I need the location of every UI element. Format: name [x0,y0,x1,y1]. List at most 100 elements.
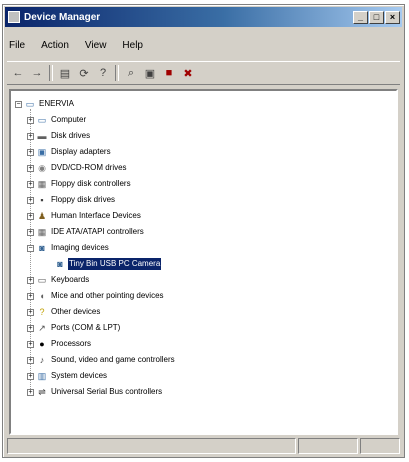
expand-icon[interactable]: + [27,292,34,300]
device-tree-panel[interactable]: − ▭ ENERVIA + ▭ Computer + ▬ Disk drives + ▣ Displa… [9,89,398,435]
menu-file[interactable]: File [7,39,27,57]
disable-icon[interactable]: ■ [162,66,176,80]
menu-help[interactable]: Help [120,39,145,57]
tree-node-label: Disk drives [51,131,91,140]
collapse-icon[interactable]: − [27,244,34,252]
window-controls: _ □ × [353,10,400,24]
device-manager-window: Device Manager _ □ × File Action View He… [2,4,405,458]
expand-icon[interactable]: + [27,276,34,284]
expand-icon[interactable]: + [27,228,34,236]
tree-node-label: Ports (COM & LPT) [51,323,121,332]
menu-bar: File Action View Help [7,39,145,57]
status-pane [360,438,400,454]
update-icon[interactable]: ▣ [143,66,157,80]
tree-node-label: Imaging devices [51,243,109,252]
tree-node-label: Sound, video and game controllers [51,355,175,364]
expand-icon[interactable]: + [27,132,34,140]
uninstall-icon[interactable]: ✖ [181,66,195,80]
expand-icon[interactable]: + [27,372,34,380]
forward-icon[interactable]: → [30,66,44,80]
keyboard-icon: ▭ [37,274,47,285]
status-pane [7,438,296,454]
computer-icon: ▭ [37,114,47,125]
expand-icon[interactable]: + [27,180,34,188]
close-button[interactable]: × [385,10,400,24]
tree-node[interactable]: + ▣ Display adapters [27,145,112,159]
tree-node-label: DVD/CD-ROM drives [51,163,127,172]
ide-icon: ▦ [37,226,47,237]
tree-node[interactable]: + ▦ Floppy disk controllers [27,177,132,191]
tree-node-label: Display adapters [51,147,111,156]
menu-action[interactable]: Action [39,39,71,57]
computer-icon: ▭ [25,98,35,109]
tree-node-label: Floppy disk controllers [51,179,131,188]
tree-node[interactable]: + ▬ Disk drives [27,129,91,143]
expand-icon[interactable]: + [27,388,34,396]
tree-node[interactable]: − ▭ ENERVIA [15,97,75,111]
expand-icon[interactable]: + [27,212,34,220]
processor-icon: ● [39,339,45,349]
refresh-icon[interactable]: ⟳ [77,66,91,80]
tree-node-label: Computer [51,115,87,124]
tree-node-label: ENERVIA [39,99,74,108]
cdrom-icon: ◉ [38,162,46,173]
tree-node[interactable]: + ♪ Sound, video and game controllers [27,353,176,367]
expand-icon[interactable]: + [27,164,34,172]
title-bar[interactable]: Device Manager _ □ × [5,7,402,27]
tree-node-label: Mice and other pointing devices [51,291,164,300]
camera-icon: ◙ [39,243,45,253]
toolbar-separator [49,65,53,81]
tree-node[interactable]: + ▪ Floppy disk drives [27,193,116,207]
scan-icon[interactable]: ⌕ [124,66,138,80]
maximize-button[interactable]: □ [369,10,384,24]
tree-node-label: Tiny Bin USB PC Camera [68,258,162,270]
menu-view[interactable]: View [83,39,109,57]
status-pane [298,438,358,454]
camera-icon: ◙ [57,259,63,269]
collapse-icon[interactable]: − [15,100,22,108]
tree-node[interactable]: + ⇌ Universal Serial Bus controllers [27,385,163,399]
tree-node-label: Universal Serial Bus controllers [51,387,163,396]
window-title: Device Manager [24,11,101,23]
hid-icon: ♟ [37,210,47,221]
tree-node[interactable]: + ▭ Computer [27,113,87,127]
question-icon: ? [39,307,45,317]
tree-node-label: IDE ATA/ATAPI controllers [51,227,144,236]
properties-icon[interactable]: ▤ [58,66,72,80]
expand-icon[interactable]: + [27,148,34,156]
tree-node[interactable]: + ▭ Keyboards [27,273,90,287]
expand-icon[interactable]: + [27,340,34,348]
tree-node-label: System devices [51,371,108,380]
minimize-button[interactable]: _ [353,10,368,24]
expand-icon[interactable]: + [27,116,34,124]
tree-node[interactable]: + ♟ Human Interface Devices [27,209,142,223]
tree-node-label: Keyboards [51,275,90,284]
expand-icon[interactable]: + [27,308,34,316]
tree-node-label: Other devices [51,307,101,316]
expand-icon[interactable]: + [27,196,34,204]
help-icon[interactable]: ? [96,66,110,80]
tree-node[interactable]: +? Other devices [27,305,101,319]
expand-icon[interactable]: + [27,324,34,332]
usb-icon: ⇌ [38,386,46,397]
mouse-icon: ◖ [39,291,45,301]
tree-node[interactable]: + ▥ System devices [27,369,108,383]
display-icon: ▣ [37,146,47,157]
expand-icon[interactable]: + [27,356,34,364]
back-icon[interactable]: ← [11,66,25,80]
tree-node[interactable]: + ◖ Mice and other pointing devices [27,289,165,303]
tree-node[interactable]: + ↗ Ports (COM & LPT) [27,321,121,335]
tree-node-label: Human Interface Devices [51,211,141,220]
tree-node[interactable]: + ◉ DVD/CD-ROM drives [27,161,128,175]
floppy-icon: ▪ [40,195,44,205]
tree-node[interactable]: − ◙ Imaging devices [27,241,110,255]
port-icon: ↗ [38,322,46,333]
tree-node[interactable]: + ● Processors [27,337,92,351]
app-icon [8,11,20,23]
tree-node-label: Processors [51,339,92,348]
toolbar: ← → ▤ ⟳ ? ⌕ ▣ ■ ✖ [7,61,400,85]
system-icon: ▥ [37,370,47,381]
tree-node[interactable]: ◙ Tiny Bin USB PC Camera [45,257,162,271]
tree-node-label: Floppy disk drives [51,195,116,204]
tree-node[interactable]: + ▦ IDE ATA/ATAPI controllers [27,225,145,239]
